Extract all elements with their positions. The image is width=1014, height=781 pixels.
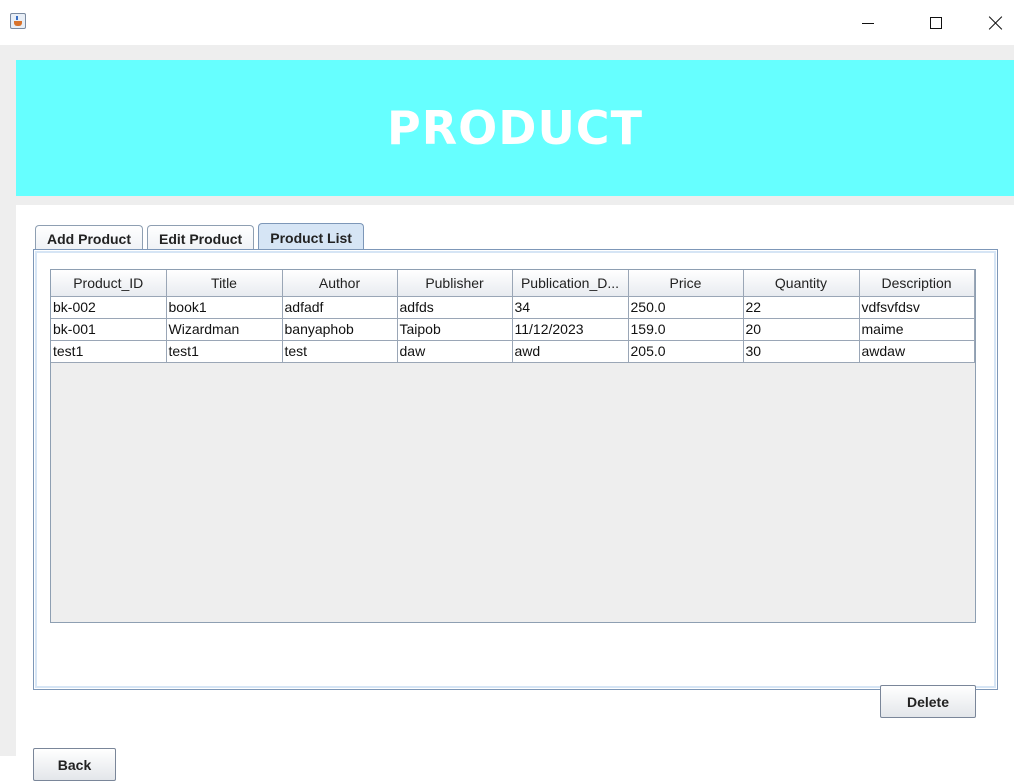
table-cell[interactable]: 20 <box>743 318 860 341</box>
table-cell[interactable]: Taipob <box>397 318 513 341</box>
table-row[interactable]: bk-001 Wizardman banyaphob Taipob 11/12/… <box>51 318 975 341</box>
table-cell[interactable]: bk-001 <box>51 318 167 341</box>
table-cell[interactable]: daw <box>397 340 513 363</box>
page-title: PRODUCT <box>387 101 643 155</box>
table-cell[interactable]: maime <box>859 318 975 341</box>
main-panel: Add Product Edit Product Product List Pr… <box>16 205 1014 781</box>
table-cell[interactable]: test1 <box>51 340 167 363</box>
product-table-scrollpane[interactable]: Product_ID Title Author Publisher Public… <box>50 269 976 623</box>
column-header-price[interactable]: Price <box>628 270 744 297</box>
table-cell[interactable]: 159.0 <box>628 318 744 341</box>
minimize-icon <box>862 22 874 24</box>
table-cell[interactable]: book1 <box>166 296 283 319</box>
delete-button[interactable]: Delete <box>880 685 976 718</box>
table-cell[interactable]: 22 <box>743 296 860 319</box>
column-header-title[interactable]: Title <box>166 270 283 297</box>
table-cell[interactable]: awd <box>512 340 629 363</box>
java-app-icon <box>10 13 26 29</box>
table-cell[interactable]: vdfsvfdsv <box>859 296 975 319</box>
table-cell[interactable]: 34 <box>512 296 629 319</box>
table-cell[interactable]: bk-002 <box>51 296 167 319</box>
table-cell[interactable]: 250.0 <box>628 296 744 319</box>
tab-bar: Add Product Edit Product Product List <box>35 223 368 251</box>
table-cell[interactable]: Wizardman <box>166 318 283 341</box>
tab-add-product[interactable]: Add Product <box>35 225 143 251</box>
column-header-product-id[interactable]: Product_ID <box>51 270 167 297</box>
tab-product-list[interactable]: Product List <box>258 223 364 251</box>
minimize-button[interactable] <box>845 8 891 38</box>
maximize-button[interactable] <box>913 8 959 38</box>
table-cell[interactable]: 205.0 <box>628 340 744 363</box>
table-row[interactable]: bk-002 book1 adfadf adfds 34 250.0 22 vd… <box>51 296 975 319</box>
maximize-icon <box>930 17 942 29</box>
window-content: PRODUCT Add Product Edit Product Product… <box>0 45 1014 781</box>
table-cell[interactable]: banyaphob <box>282 318 398 341</box>
back-button[interactable]: Back <box>33 748 116 781</box>
table-cell[interactable]: 11/12/2023 <box>512 318 629 341</box>
column-header-publisher[interactable]: Publisher <box>397 270 513 297</box>
header-banner: PRODUCT <box>16 60 1014 196</box>
table-cell[interactable]: test <box>282 340 398 363</box>
product-table: Product_ID Title Author Publisher Public… <box>51 270 975 363</box>
table-cell[interactable]: awdaw <box>859 340 975 363</box>
table-row[interactable]: test1 test1 test daw awd 205.0 30 awdaw <box>51 340 975 363</box>
tab-edit-product[interactable]: Edit Product <box>147 225 255 251</box>
table-cell[interactable]: 30 <box>743 340 860 363</box>
column-header-quantity[interactable]: Quantity <box>743 270 860 297</box>
table-header-row: Product_ID Title Author Publisher Public… <box>51 270 975 297</box>
column-header-author[interactable]: Author <box>282 270 398 297</box>
window-titlebar <box>0 0 1014 45</box>
table-cell[interactable]: test1 <box>166 340 283 363</box>
close-button[interactable] <box>973 8 1014 38</box>
column-header-publication-date[interactable]: Publication_D... <box>512 270 629 297</box>
table-cell[interactable]: adfadf <box>282 296 398 319</box>
column-header-description[interactable]: Description <box>859 270 975 297</box>
table-cell[interactable]: adfds <box>397 296 513 319</box>
close-icon <box>989 16 1003 30</box>
